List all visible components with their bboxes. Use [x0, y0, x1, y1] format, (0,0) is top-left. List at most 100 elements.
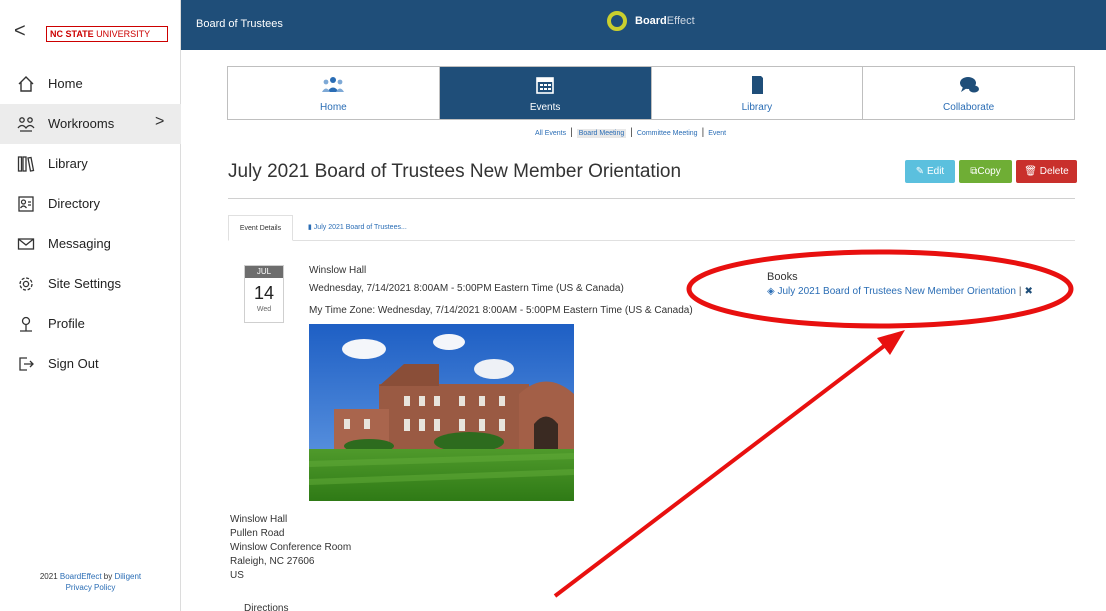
brand-bold: Board [635, 15, 667, 27]
book-icon [746, 75, 768, 95]
chat-icon [958, 75, 980, 95]
address-line: Raleigh, NC 27606 [230, 556, 315, 567]
sidebar-item-workrooms[interactable]: Workrooms > [0, 104, 181, 144]
edit-label: Edit [926, 166, 945, 177]
address-line: Winslow Hall [230, 514, 288, 525]
logo-thin-text: UNIVERSITY [93, 29, 151, 39]
tab-library[interactable]: Library [651, 67, 864, 119]
home-icon [17, 75, 35, 93]
people-icon [322, 75, 345, 95]
sidebar-item-library[interactable]: Library [0, 144, 181, 184]
sidebar-item-label: Site Settings [48, 276, 121, 291]
title-divider [228, 198, 1075, 199]
sidebar-item-label: Home [48, 76, 83, 91]
sidebar-nav: Home Workrooms > Library Directory Messa… [0, 64, 181, 384]
edit-button[interactable]: ✎ Edit [905, 160, 955, 183]
tab-collaborate[interactable]: Collaborate [863, 67, 1074, 119]
workrooms-icon [17, 115, 35, 133]
brand-text: BoardEffect [635, 15, 695, 27]
separator: | [701, 127, 705, 138]
event-type-filter: All Events | Board Meeting | Committee Meeti… [535, 127, 726, 138]
event-date-badge: JUL 14 Wed [244, 265, 284, 323]
gear-icon [17, 275, 35, 293]
directory-icon [17, 195, 35, 213]
tab-label: Collaborate [943, 102, 995, 113]
copy-label: Copy [977, 166, 1001, 177]
trash-icon: 🗑 [1024, 166, 1040, 177]
address-line: Winslow Conference Room [230, 542, 352, 553]
header-title[interactable]: Board of Trustees [196, 18, 283, 30]
chevron-right-icon[interactable]: > [155, 113, 164, 131]
date-month: JUL [245, 266, 283, 278]
filter-all-events[interactable]: All Events [535, 130, 566, 137]
address-line: US [230, 570, 244, 581]
privacy-policy-link[interactable]: Privacy Policy [66, 583, 116, 592]
sidebar-item-label: Sign Out [48, 356, 99, 371]
logo-bold-text: NC STATE [50, 29, 94, 39]
mail-icon [17, 235, 35, 253]
sidebar: < NC STATE UNIVERSITY Home Workrooms > L… [0, 0, 181, 611]
sidebar-item-label: Messaging [48, 236, 111, 251]
boardeffect-brand: BoardEffect [607, 9, 695, 33]
pencil-icon: ✎ [915, 166, 927, 177]
nc-state-logo[interactable]: NC STATE UNIVERSITY [46, 26, 168, 42]
book-link-label[interactable]: July 2021 Board of Trustees New Member O… [777, 286, 1015, 297]
sidebar-item-directory[interactable]: Directory [0, 184, 181, 224]
book-link-separator: | [1018, 286, 1022, 297]
sidebar-item-label: Profile [48, 316, 85, 331]
remove-book-icon[interactable]: ✖ [1025, 286, 1033, 297]
eye-slash-icon: ◈ [767, 286, 778, 297]
tab-book[interactable]: ▮ July 2021 Board of Trustees... [308, 215, 407, 241]
event-time: Wednesday, 7/14/2021 8:00AM - 5:00PM Eas… [309, 283, 624, 294]
module-tabs: Home Events Library Collaborate [227, 66, 1075, 120]
page-title: July 2021 Board of Trustees New Member O… [228, 161, 682, 182]
back-button[interactable]: < [14, 20, 30, 42]
tab-label: Library [741, 102, 773, 113]
sidebar-item-messaging[interactable]: Messaging [0, 224, 181, 264]
signout-icon [17, 355, 35, 373]
filter-board-meeting[interactable]: Board Meeting [576, 129, 627, 138]
sidebar-footer: 2021 BoardEffect by Diligent Privacy Pol… [0, 571, 181, 593]
tab-events[interactable]: Events [439, 67, 652, 119]
books-heading: Books [767, 271, 798, 283]
filter-committee-meeting[interactable]: Committee Meeting [637, 130, 698, 137]
book-link[interactable]: ◈ July 2021 Board of Trustees New Member… [767, 286, 1033, 297]
sidebar-item-label: Library [48, 156, 88, 171]
delete-button[interactable]: 🗑 Delete [1016, 160, 1077, 183]
calendar-icon [534, 75, 556, 95]
footer-year: 2021 [39, 572, 60, 581]
delete-label: Delete [1039, 166, 1069, 177]
footer-by: by [101, 572, 115, 581]
event-my-timezone: My Time Zone: Wednesday, 7/14/2021 8:00A… [309, 305, 693, 316]
app-root: < NC STATE UNIVERSITY Home Workrooms > L… [0, 0, 1106, 611]
annotation-arrow-line [553, 341, 890, 598]
sidebar-item-label: Directory [48, 196, 101, 211]
sidebar-item-home[interactable]: Home [0, 64, 181, 104]
brand-light: Effect [666, 15, 695, 27]
directions-label: Directions [244, 603, 289, 611]
filter-event[interactable]: Event [708, 130, 726, 137]
top-header: Board of Trustees BoardEffect [181, 0, 1106, 50]
separator: | [630, 127, 633, 138]
separator: | [570, 127, 573, 138]
sidebar-item-sign-out[interactable]: Sign Out [0, 344, 181, 384]
event-actions: ✎ Edit ⧉ Copy 🗑 Delete [905, 160, 1077, 183]
library-icon [17, 155, 35, 173]
copy-icon: ⧉ [970, 166, 978, 177]
tab-book-label: July 2021 Board of Trustees... [313, 224, 407, 231]
boardeffect-link[interactable]: BoardEffect [60, 572, 102, 581]
sidebar-item-site-settings[interactable]: Site Settings [0, 264, 181, 304]
diligent-link[interactable]: Diligent [114, 572, 141, 581]
copy-button[interactable]: ⧉ Copy [959, 160, 1012, 183]
tab-label: Home [320, 102, 347, 113]
brand-ring-icon [607, 11, 627, 31]
footer-credit: 2021 BoardEffect by Diligent [0, 571, 181, 582]
sidebar-item-label: Workrooms [48, 116, 115, 131]
date-day: 14 [253, 283, 275, 303]
sidebar-item-profile[interactable]: Profile [0, 304, 181, 344]
annotation-arrow-head [877, 330, 905, 355]
date-weekday: Wed [256, 306, 272, 313]
tab-home[interactable]: Home [228, 67, 440, 119]
tab-event-details[interactable]: Event Details [228, 215, 293, 241]
event-photo [309, 324, 574, 501]
